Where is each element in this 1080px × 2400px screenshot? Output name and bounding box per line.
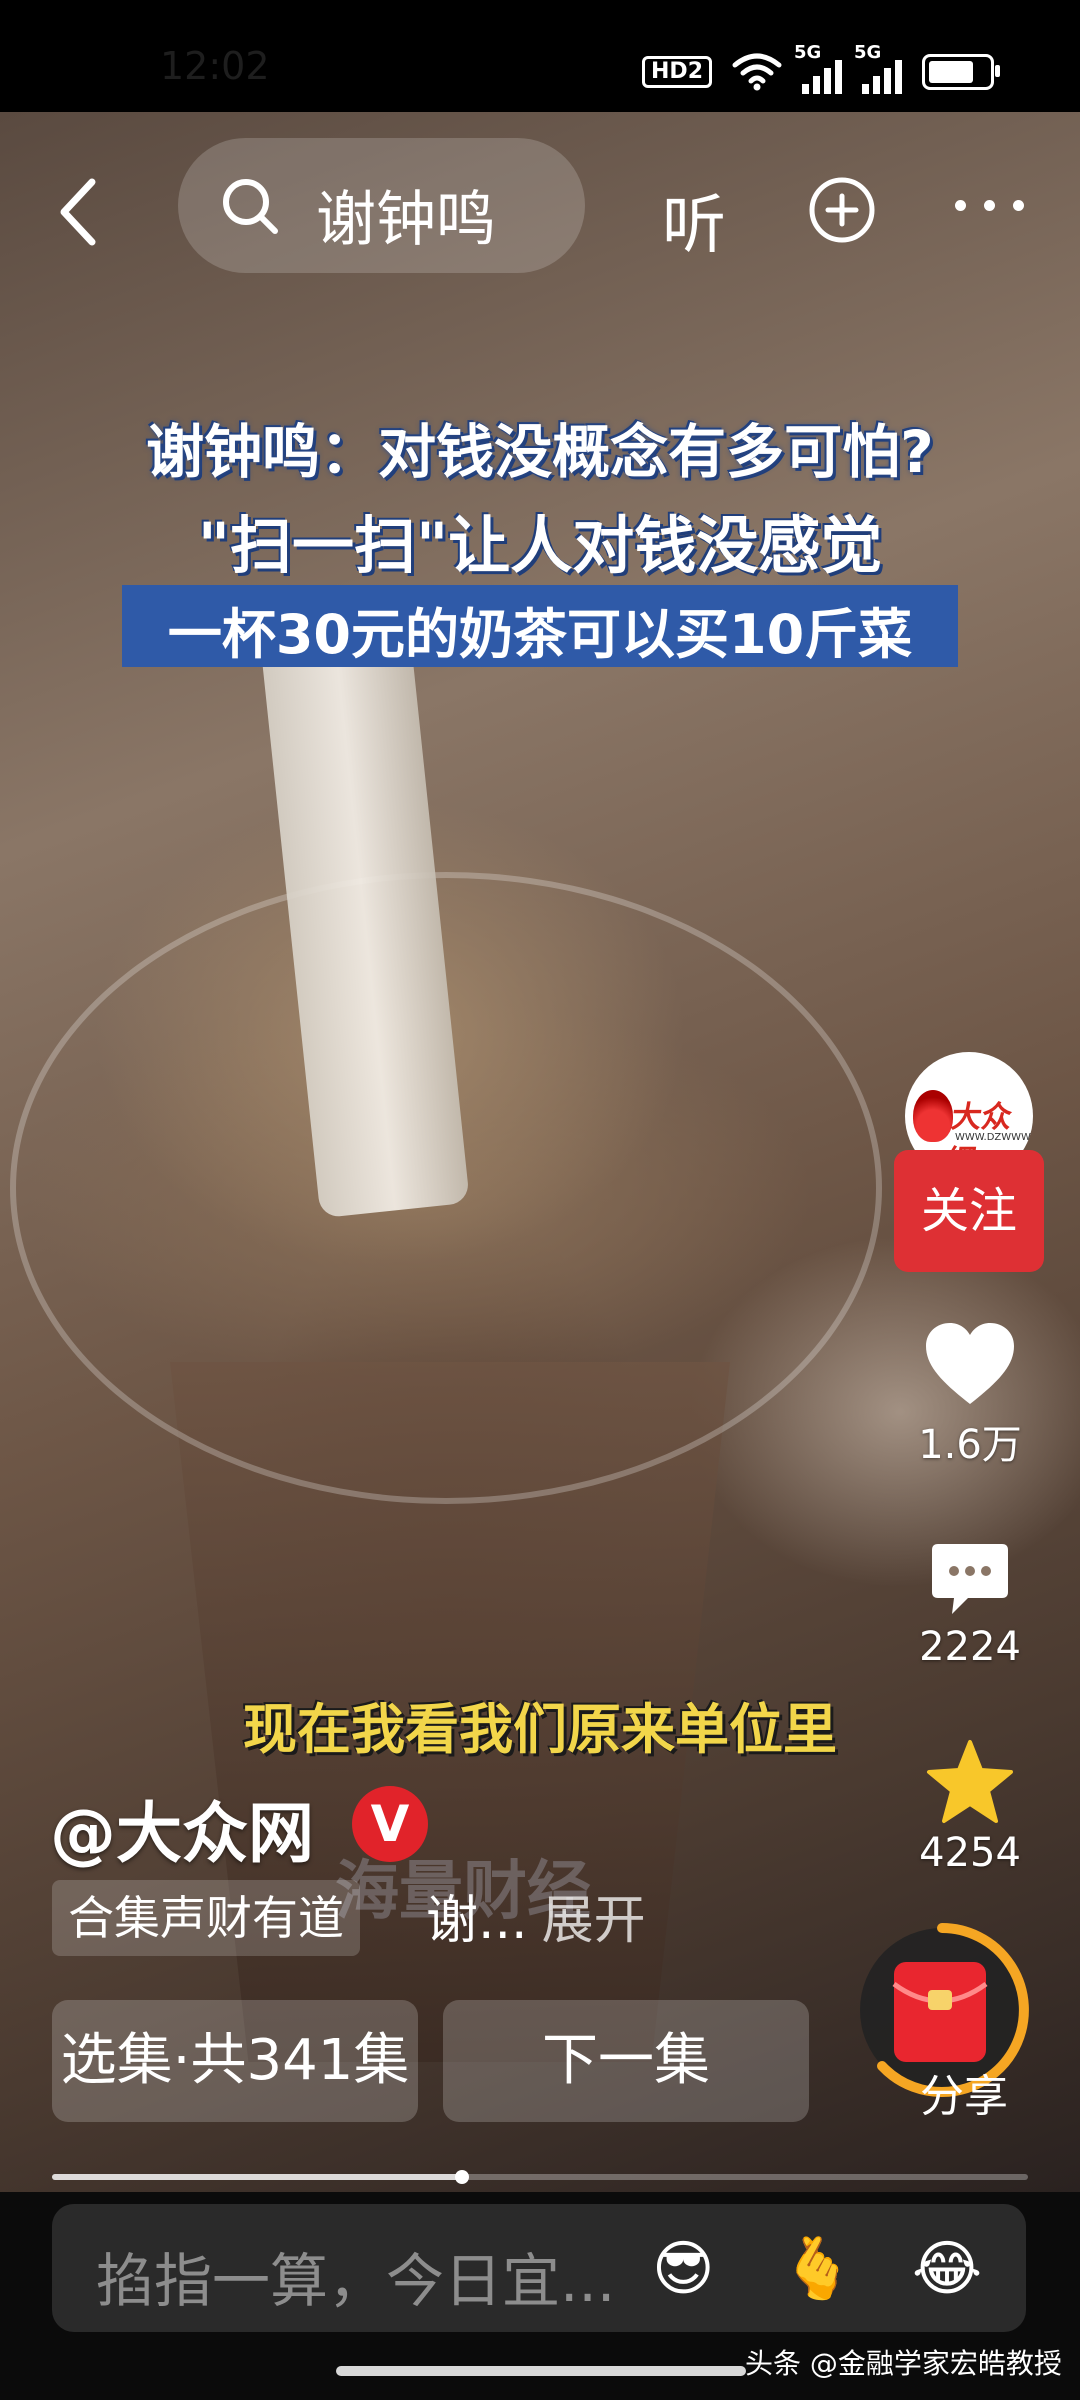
listen-button[interactable]: 听 xyxy=(662,174,726,266)
video-title-line-2: "扫一扫"让人对钱没感觉 xyxy=(197,509,883,582)
source-watermark: 头条 @金融学家宏皓教授 xyxy=(745,2347,1062,2380)
avatar-logo-url: WWW.DZWWW.COM xyxy=(955,1132,1033,1143)
comment-count: 2224 xyxy=(919,1624,1021,1670)
search-box[interactable]: 谢钟鸣 xyxy=(178,138,585,273)
top-bar: 谢钟鸣 听 xyxy=(0,112,1080,302)
signal-icon-sim1: 5G xyxy=(794,42,842,94)
progress-filled xyxy=(52,2174,462,2180)
battery-icon xyxy=(922,54,1000,90)
search-icon xyxy=(223,179,278,234)
favorite-count: 4254 xyxy=(919,1830,1021,1876)
wifi-icon xyxy=(732,53,782,91)
battery-level xyxy=(929,61,973,83)
hd-voice-icon: HD2 xyxy=(642,56,712,88)
network-type-label: 5G xyxy=(854,42,882,63)
status-icons: HD2 5G 5G xyxy=(642,42,1000,94)
next-episode-button[interactable]: 下一集 xyxy=(443,2000,809,2122)
search-query: 谢钟鸣 xyxy=(316,185,496,255)
favorite-button[interactable]: 4254 xyxy=(890,1738,1050,1876)
star-icon xyxy=(927,1740,1013,1823)
comment-icon xyxy=(932,1544,1008,1614)
verified-badge: V xyxy=(352,1786,428,1862)
comment-button[interactable]: 2224 xyxy=(890,1540,1050,1670)
video-title-line-1: 谢钟鸣：对钱没概念有多可怕? xyxy=(146,418,934,486)
more-options-icon[interactable] xyxy=(955,200,1024,211)
heart-icon xyxy=(926,1323,1014,1404)
network-type-label: 5G xyxy=(794,42,822,63)
screen: 谢钟鸣：对钱没概念有多可怕? "扫一扫"让人对钱没感觉 一杯30元的奶茶可以买1… xyxy=(0,0,1080,2400)
comment-placeholder: 掐指一算，今日宜... xyxy=(96,2247,616,2315)
expand-link[interactable]: 展开 xyxy=(542,1891,646,1951)
status-time: 12:02 xyxy=(160,44,270,88)
video-title-line-3: 一杯30元的奶茶可以买10斤菜 xyxy=(167,603,913,666)
collection-tag[interactable]: 合集声财有道 xyxy=(52,1880,360,1956)
like-button[interactable]: 1.6万 xyxy=(890,1320,1050,1470)
add-circle-icon[interactable] xyxy=(808,176,876,244)
comment-input[interactable]: 掐指一算，今日宜... 😎 🫰 😂 xyxy=(52,2204,1026,2332)
video-description[interactable]: 谢... 展开 xyxy=(426,1878,646,1953)
creator-name[interactable]: @大众网 xyxy=(50,1780,314,1876)
episode-select-button[interactable]: 选集·共341集 xyxy=(52,2000,418,2122)
sunglasses-emoji-icon[interactable]: 😎 xyxy=(652,2234,715,2304)
like-count: 1.6万 xyxy=(918,1422,1022,1468)
description-text: 谢... xyxy=(426,1891,528,1951)
finger-heart-emoji-icon[interactable]: 🫰 xyxy=(780,2234,855,2304)
back-icon[interactable] xyxy=(52,172,112,252)
bottom-area: 掐指一算，今日宜... 😎 🫰 😂 头条 @金融学家宏皓教授 xyxy=(0,2192,1080,2400)
status-bar: 12:02 HD2 5G 5G xyxy=(0,0,1080,112)
share-label[interactable]: 分享 xyxy=(920,2060,1008,2124)
home-indicator[interactable] xyxy=(336,2366,746,2376)
flame-logo-icon xyxy=(913,1090,953,1142)
follow-button[interactable]: 关注 xyxy=(894,1150,1044,1272)
laughing-emoji-icon[interactable]: 😂 xyxy=(912,2234,982,2304)
signal-icon-sim2: 5G xyxy=(854,42,902,94)
video-progress-bar[interactable] xyxy=(52,2170,1028,2184)
progress-knob[interactable] xyxy=(454,2170,469,2184)
